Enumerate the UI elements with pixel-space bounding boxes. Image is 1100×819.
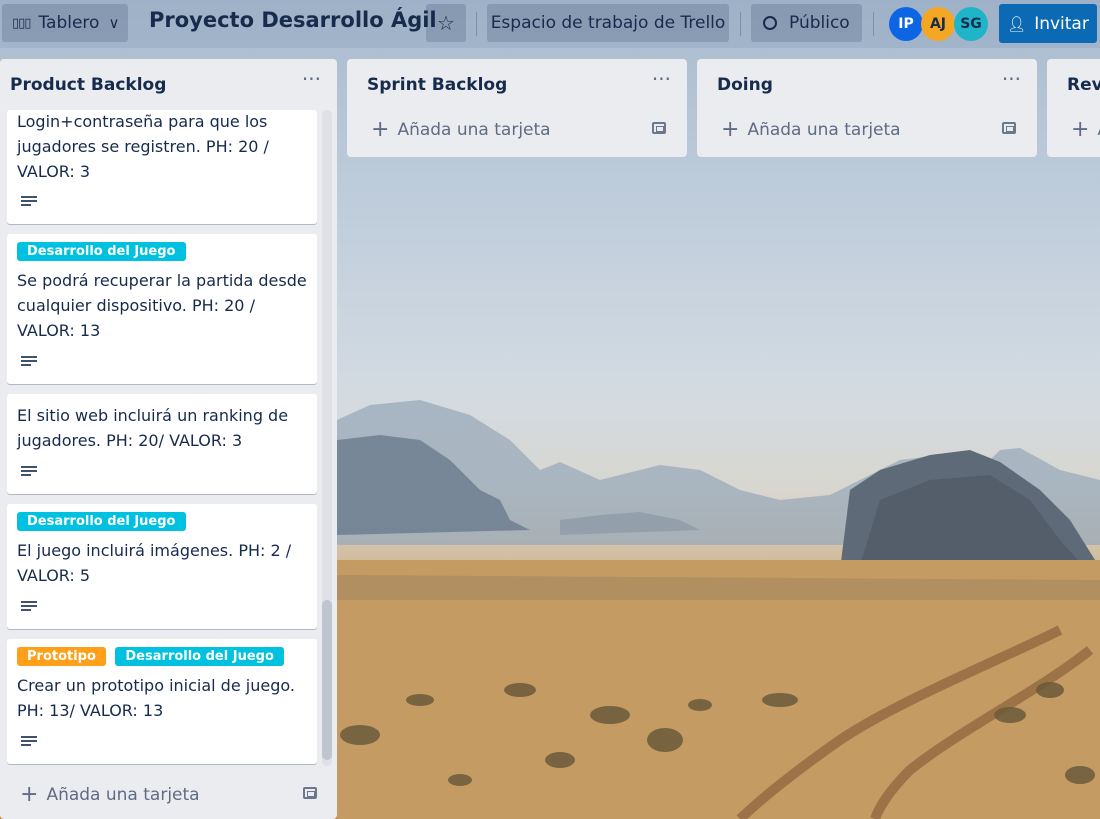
add-card-label: Añada una tarjeta <box>397 120 551 140</box>
card[interactable]: El sitio web incluirá un ranking de juga… <box>7 394 317 494</box>
template-icon[interactable] <box>652 122 666 134</box>
template-icon[interactable] <box>1002 122 1016 134</box>
avatar[interactable]: AJ <box>921 7 955 41</box>
add-card-label: Añada una tarjeta <box>747 120 901 140</box>
description-icon <box>21 601 37 613</box>
card-title: Crear un prototipo inicial de juego. PH:… <box>17 676 295 720</box>
card[interactable]: Desarrollo del Juego El juego incluirá i… <box>7 504 317 629</box>
list-title[interactable]: Revi <box>1067 75 1100 95</box>
template-icon[interactable] <box>303 787 317 799</box>
add-member-icon: 👤︎ <box>1007 14 1027 33</box>
workspace-label: Espacio de trabajo de Trello <box>490 13 726 33</box>
avatar[interactable]: IP <box>889 7 923 41</box>
avatar-initials: AJ <box>929 16 947 32</box>
card-labels: Prototipo Desarrollo del Juego <box>17 647 289 666</box>
list-scrollbar[interactable] <box>322 110 332 766</box>
add-card-button[interactable]: + Añada una tarjeta <box>20 784 200 806</box>
divider <box>873 12 874 36</box>
visibility-label: Público <box>789 13 850 33</box>
list-sprint-backlog: Sprint Backlog ··· + Añada una tarjeta <box>347 59 687 157</box>
board-switch-label: Tablero <box>38 13 100 33</box>
avatar-initials: SG <box>960 16 982 32</box>
card[interactable]: Prototipo Desarrollo del Juego Crear un … <box>7 639 317 764</box>
chevron-down-icon: ∨ <box>108 14 120 32</box>
add-card-label: Añada una tarjeta <box>46 785 200 805</box>
list-review: Revi + A <box>1047 59 1100 157</box>
card[interactable]: Desarrollo del Juego Se podrá recuperar … <box>7 234 317 384</box>
plus-icon: + <box>721 117 740 142</box>
divider <box>476 12 477 36</box>
list-title[interactable]: Sprint Backlog <box>367 75 507 95</box>
card[interactable]: Login+contraseña para que los jugadores … <box>7 110 317 224</box>
board-icon: ▯▯▯ <box>12 15 31 31</box>
add-card-button[interactable]: + Añada una tarjeta <box>721 119 901 141</box>
board-title[interactable]: Proyecto Desarrollo Ágil <box>149 8 437 32</box>
add-card-button[interactable]: + A <box>1071 119 1100 141</box>
invite-button[interactable]: 👤︎ Invitar <box>999 4 1097 43</box>
avatar-initials: IP <box>898 16 914 32</box>
visibility-button[interactable]: Público <box>751 4 862 42</box>
globe-icon <box>763 16 777 30</box>
scrollbar-thumb[interactable] <box>322 600 332 760</box>
plus-icon: + <box>1071 117 1090 142</box>
board-view-switcher[interactable]: ▯▯▯ Tablero ∨ <box>2 4 128 42</box>
card-title: El sitio web incluirá un ranking de juga… <box>17 406 289 450</box>
plus-icon: + <box>371 117 390 142</box>
description-icon <box>21 196 37 208</box>
label-desarrollo[interactable]: Desarrollo del Juego <box>17 242 186 261</box>
card-labels: Desarrollo del Juego <box>17 512 191 531</box>
invite-label: Invitar <box>1034 13 1089 34</box>
star-button[interactable]: ☆ <box>426 4 466 42</box>
add-card-button[interactable]: + Añada una tarjeta <box>371 119 551 141</box>
workspace-button[interactable]: Espacio de trabajo de Trello <box>487 4 729 42</box>
card-title: Login+contraseña para que los jugadores … <box>17 112 269 181</box>
plus-icon: + <box>20 782 39 807</box>
label-desarrollo[interactable]: Desarrollo del Juego <box>115 647 284 666</box>
card-title: Se podrá recuperar la partida desde cual… <box>17 271 307 340</box>
more-icon[interactable]: ··· <box>652 67 671 91</box>
label-prototipo[interactable]: Prototipo <box>17 647 106 666</box>
description-icon <box>21 466 37 478</box>
divider <box>740 12 741 36</box>
board-header: ▯▯▯ Tablero ∨ Proyecto Desarrollo Ágil ☆… <box>0 0 1100 48</box>
list-doing: Doing ··· + Añada una tarjeta <box>697 59 1037 157</box>
description-icon <box>21 356 37 368</box>
card-labels: Desarrollo del Juego <box>17 242 191 261</box>
card-title: El juego incluirá imágenes. PH: 2 / VALO… <box>17 541 292 585</box>
more-icon[interactable]: ··· <box>302 67 321 91</box>
list-title[interactable]: Doing <box>717 75 773 95</box>
avatar[interactable]: SG <box>954 7 988 41</box>
description-icon <box>21 736 37 748</box>
list-title[interactable]: Product Backlog <box>10 75 166 95</box>
star-icon: ☆ <box>437 11 455 35</box>
more-icon[interactable]: ··· <box>1002 67 1021 91</box>
label-desarrollo[interactable]: Desarrollo del Juego <box>17 512 186 531</box>
